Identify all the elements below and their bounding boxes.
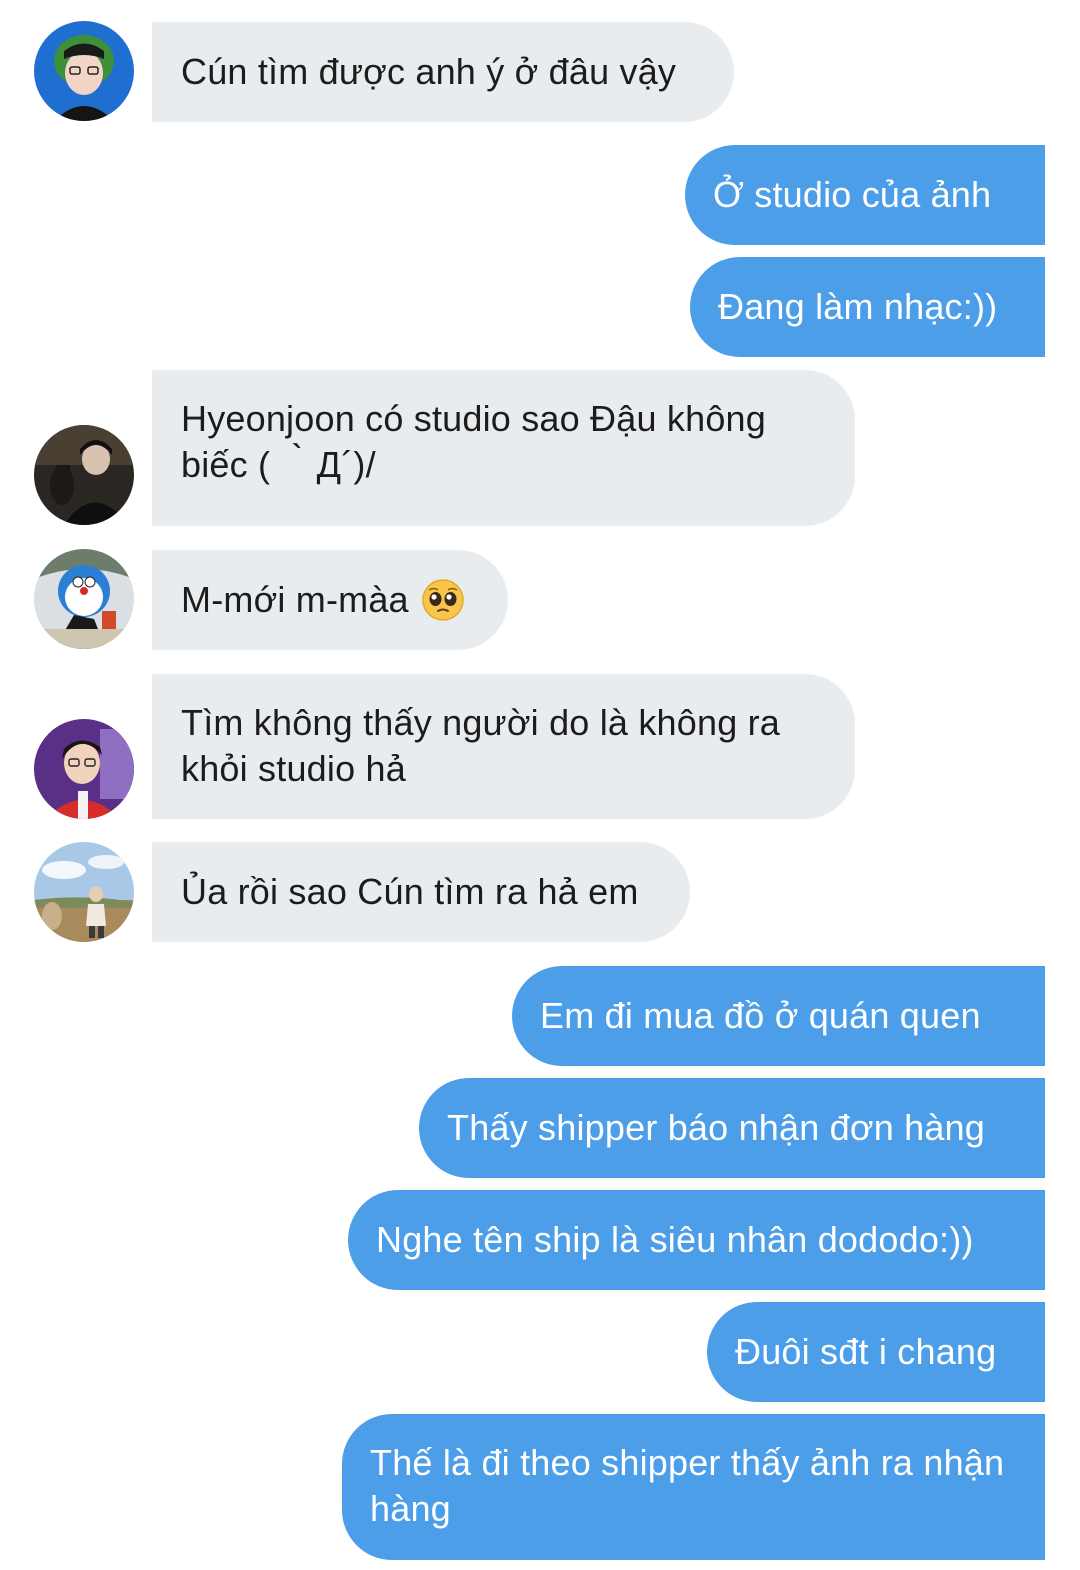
message-text: Em đi mua đồ ở quán quen (540, 995, 981, 1036)
message-text: Ủa rồi sao Cún tìm ra hả em (181, 871, 639, 912)
message-text: Cún tìm được anh ý ở đâu vậy (181, 51, 677, 92)
message-text: Đang làm nhạc:)) (718, 286, 998, 327)
message-bubble-incoming[interactable]: Ủa rồi sao Cún tìm ra hả em (152, 842, 690, 942)
message-text: Đuôi sđt i chang (735, 1331, 997, 1372)
message-bubble-incoming[interactable]: Cún tìm được anh ý ở đâu vậy (152, 22, 734, 122)
message-bubble-incoming[interactable]: M-mới m-màa (152, 550, 508, 650)
message-bubble-outgoing[interactable]: Đang làm nhạc:)) (690, 257, 1045, 357)
avatar[interactable] (34, 21, 134, 121)
message-bubble-outgoing[interactable]: Em đi mua đồ ở quán quen (512, 966, 1045, 1066)
avatar[interactable] (34, 842, 134, 942)
chat-thread: Cún tìm được anh ý ở đâu vậy Ở studio củ… (0, 0, 1080, 1570)
message-bubble-outgoing[interactable]: Thế là đi theo shipper thấy ảnh ra nhận … (342, 1414, 1045, 1560)
message-text: Thế là đi theo shipper thấy ảnh ra nhận … (370, 1442, 1005, 1529)
message-bubble-incoming[interactable]: Tìm không thấy người do là không ra khỏi… (152, 674, 855, 819)
message-text: Nghe tên ship là siêu nhân dododo:)) (376, 1219, 974, 1260)
pleading-face-emoji (421, 578, 465, 622)
message-bubble-incoming[interactable]: Hyeonjoon có studio sao Đậu không biếc (… (152, 370, 855, 526)
message-text: Hyeonjoon có studio sao Đậu không biếc (… (181, 398, 766, 485)
avatar[interactable] (34, 425, 134, 525)
message-bubble-outgoing[interactable]: Ở studio của ảnh (685, 145, 1045, 245)
message-text: Tìm không thấy người do là không ra khỏi… (181, 702, 781, 789)
message-bubble-outgoing[interactable]: Đuôi sđt i chang (707, 1302, 1045, 1402)
avatar[interactable] (34, 549, 134, 649)
message-text: Ở studio của ảnh (713, 174, 992, 215)
message-text: M-mới m-màa (181, 579, 409, 620)
message-bubble-outgoing[interactable]: Nghe tên ship là siêu nhân dododo:)) (348, 1190, 1045, 1290)
avatar[interactable] (34, 719, 134, 819)
message-text: Thấy shipper báo nhận đơn hàng (447, 1107, 986, 1148)
message-bubble-outgoing[interactable]: Thấy shipper báo nhận đơn hàng (419, 1078, 1045, 1178)
